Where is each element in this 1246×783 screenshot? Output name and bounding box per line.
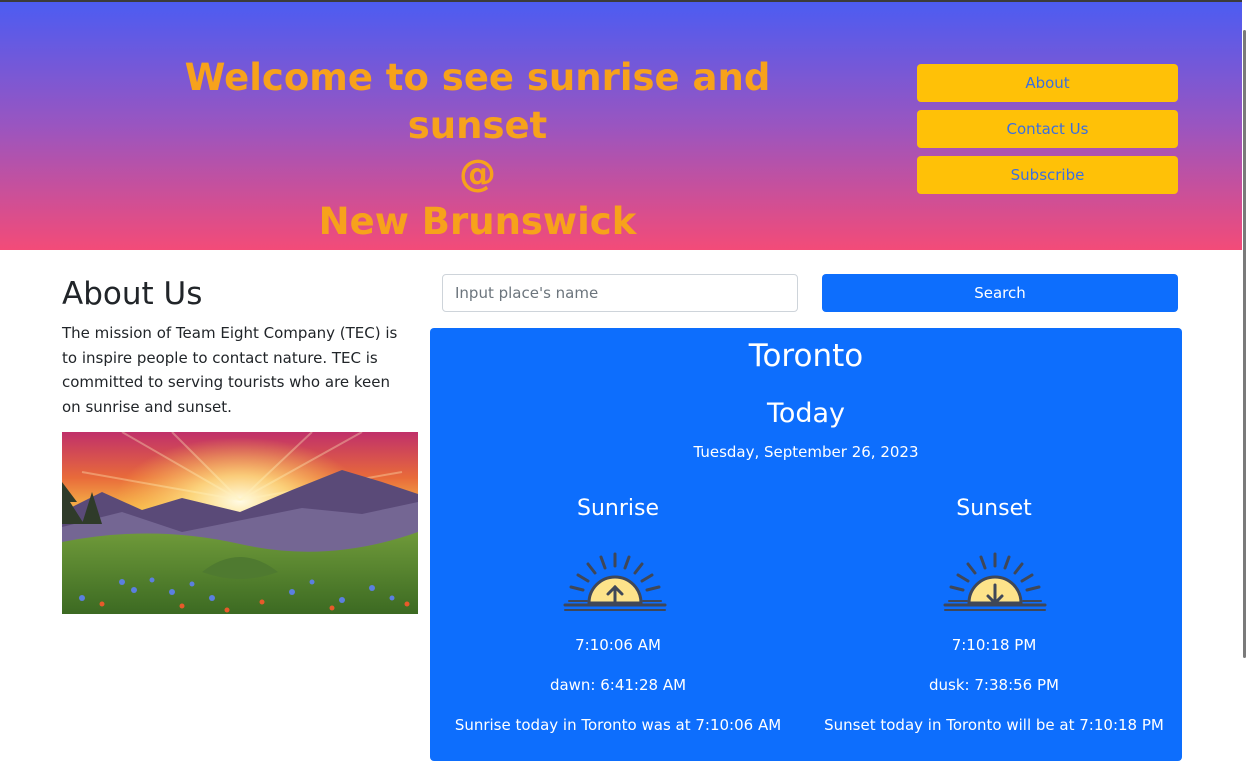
hero-banner: Welcome to see sunrise and sunset @ New …	[0, 2, 1242, 250]
sunset-title: Sunset	[956, 496, 1032, 521]
about-description: The mission of Team Eight Company (TEC) …	[62, 324, 398, 416]
title-line-2: @	[459, 152, 496, 195]
page-title: Welcome to see sunrise and sunset @ New …	[110, 54, 845, 246]
place-search-input[interactable]: Input place's name	[442, 274, 798, 312]
subscribe-button[interactable]: Subscribe	[917, 156, 1178, 194]
sunrise-time: 7:10:06 AM	[575, 636, 661, 654]
contact-us-button[interactable]: Contact Us	[917, 110, 1178, 148]
sunset-icon	[943, 551, 1047, 613]
dusk-time: dusk: 7:38:56 PM	[929, 676, 1059, 694]
sun-times-card: Toronto Today Tuesday, September 26, 202…	[430, 328, 1182, 761]
sunset-time: 7:10:18 PM	[951, 636, 1037, 654]
search-button[interactable]: Search	[822, 274, 1178, 312]
title-line-1: Welcome to see sunrise and sunset	[184, 56, 771, 147]
about-heading: About Us	[62, 276, 203, 312]
about-button[interactable]: About	[917, 64, 1178, 102]
sunrise-column: Sunrise 7:10:06 AM dawn: 6:41:28 AM Sunr…	[430, 496, 806, 756]
sunrise-title: Sunrise	[576, 496, 659, 521]
sunset-column: Sunset 7:10:18 PM dusk: 7:38:56 PM Sunse…	[806, 496, 1182, 756]
date-text: Tuesday, September 26, 2023	[693, 443, 919, 461]
sunrise-summary: Sunrise today in Toronto was at 7:10:06 …	[454, 716, 782, 734]
day-label: Today	[766, 398, 846, 429]
city-name: Toronto	[748, 338, 864, 374]
dawn-time: dawn: 6:41:28 AM	[549, 676, 687, 694]
sunrise-icon	[563, 551, 667, 613]
sunrise-landscape-image	[62, 432, 418, 614]
sunset-summary: Sunset today in Toronto will be at 7:10:…	[824, 716, 1164, 734]
title-line-3: New Brunswick	[318, 200, 637, 243]
